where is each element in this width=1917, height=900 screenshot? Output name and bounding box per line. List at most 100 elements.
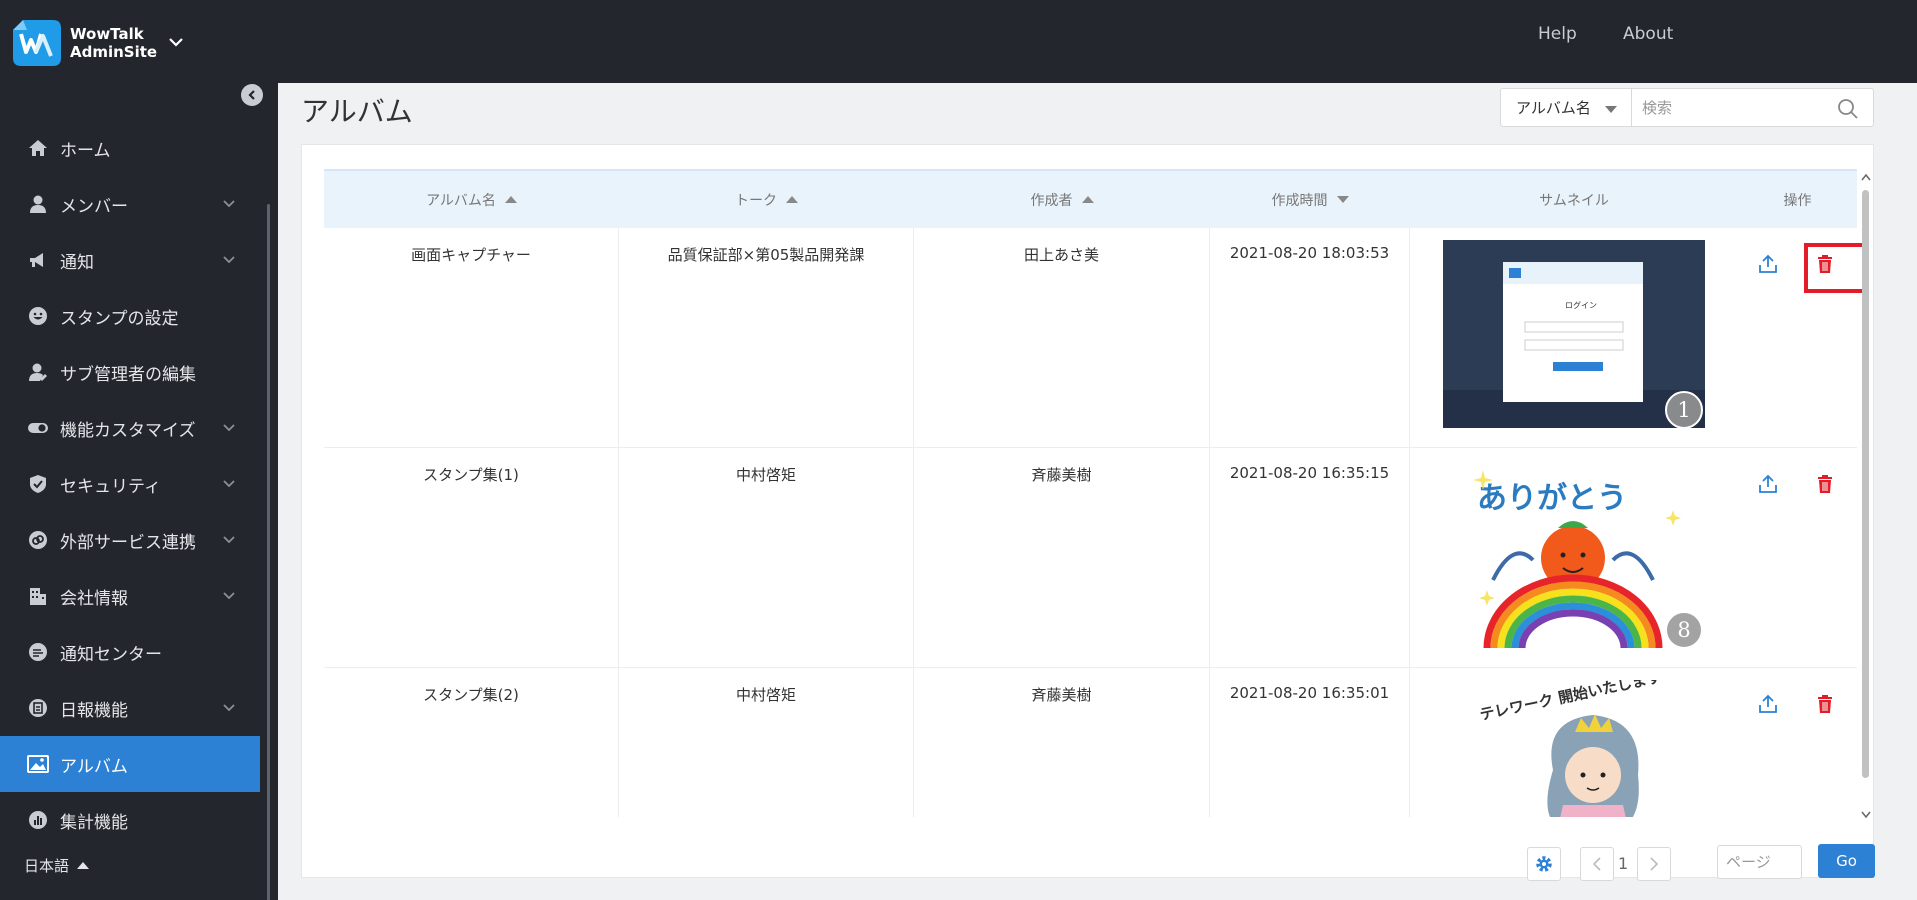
next-page-button[interactable] (1637, 847, 1671, 881)
chart-icon (26, 808, 50, 832)
svg-text:ログイン: ログイン (1565, 300, 1597, 310)
search-bar: アルバム名 (1500, 88, 1874, 127)
user-icon (26, 192, 50, 216)
scroll-up-icon[interactable] (1861, 173, 1871, 181)
about-link[interactable]: About (1623, 24, 1673, 44)
sidebar-item-album[interactable]: アルバム (0, 736, 260, 792)
building-icon (26, 584, 50, 608)
page-jump-input[interactable] (1718, 846, 1798, 878)
caret-up-icon (77, 862, 90, 869)
sidebar-item-security[interactable]: セキュリティ (0, 456, 260, 512)
prev-page-button[interactable] (1580, 847, 1614, 881)
chevron-down-icon[interactable] (166, 32, 186, 52)
search-input-wrapper (1632, 88, 1874, 127)
column-talk[interactable]: トーク (619, 171, 914, 228)
report-icon (26, 696, 50, 720)
sort-asc-icon (1081, 196, 1094, 203)
chevron-down-icon (223, 704, 235, 712)
cell-creator: 斉藤美樹 (914, 448, 1210, 668)
sidebar-item-company-info[interactable]: 会社情報 (0, 568, 260, 624)
chevron-left-icon (1592, 857, 1601, 871)
sidebar-item-sub-admin[interactable]: サブ管理者の編集 (0, 344, 260, 400)
table-scrollbar[interactable] (1860, 173, 1871, 828)
sort-asc-icon (786, 196, 798, 203)
photo-count-badge: 1 (1665, 391, 1703, 429)
cell-talk: 品質保証部×第05製品開発課 (619, 228, 914, 448)
brand-line2: AdminSite (70, 43, 158, 61)
smiley-icon (26, 304, 50, 328)
sidebar-item-label: 日報機能 (60, 700, 128, 721)
sidebar-item-home[interactable]: ホーム (0, 120, 260, 176)
current-page-number[interactable]: 1 (1618, 854, 1628, 873)
sidebar-item-members[interactable]: メンバー (0, 176, 260, 232)
toggle-icon (26, 416, 50, 440)
language-selector[interactable]: 日本語 (24, 855, 90, 876)
upload-icon[interactable] (1758, 254, 1778, 274)
sidebar-scrollbar[interactable] (267, 204, 270, 900)
language-label: 日本語 (24, 857, 70, 875)
brand[interactable]: WowTalk AdminSite (9, 16, 157, 70)
sort-desc-icon (1336, 196, 1349, 203)
sidebar-item-daily-report[interactable]: 日報機能 (0, 680, 260, 736)
album-thumbnail[interactable]: ありがとう (1443, 460, 1705, 648)
sidebar-item-label: アルバム (60, 756, 128, 777)
table-row: 画面キャプチャー 品質保証部×第05製品開発課 田上あさ美 2021-08-20… (324, 228, 1857, 448)
upload-icon[interactable] (1758, 694, 1778, 714)
sidebar-item-label: スタンプの設定 (60, 308, 179, 329)
cell-created-time: 2021-08-20 18:03:53 (1210, 228, 1410, 448)
cell-created-time: 2021-08-20 16:35:15 (1210, 448, 1410, 668)
help-link[interactable]: Help (1538, 24, 1577, 44)
go-button[interactable]: Go (1818, 844, 1875, 878)
highlight-box (1804, 243, 1868, 293)
sidebar-item-customize[interactable]: 機能カスタマイズ (0, 400, 260, 456)
table-row: スタンプ集(2) 中村啓矩 斉藤美樹 2021-08-20 16:35:01 テ… (324, 668, 1857, 817)
column-thumbnail: サムネイル (1539, 192, 1609, 209)
cell-talk: 中村啓矩 (619, 668, 914, 817)
album-thumbnail[interactable]: テレワーク 開始いたします (1443, 680, 1705, 817)
sidebar-item-label: 通知センター (60, 644, 162, 665)
top-header: WowTalk AdminSite Help About (0, 0, 1917, 83)
column-created-time[interactable]: 作成時間 (1210, 171, 1410, 228)
search-input[interactable] (1632, 89, 1822, 126)
sidebar-item-external-services[interactable]: 外部サービス連携 (0, 512, 260, 568)
sidebar-item-notifications[interactable]: 通知 (0, 232, 260, 288)
login-screenshot-image: ログイン (1443, 240, 1705, 428)
sidebar-item-stamp-settings[interactable]: スタンプの設定 (0, 288, 260, 344)
photo-count-badge: 8 (1665, 611, 1703, 649)
sidebar-item-aggregation[interactable]: 集計機能 (0, 792, 260, 848)
trash-icon[interactable] (1815, 694, 1835, 714)
sidebar-item-label: メンバー (60, 196, 128, 217)
megaphone-icon (26, 248, 50, 272)
user-edit-icon (26, 360, 50, 384)
wowtalk-logo-icon (13, 20, 61, 66)
album-thumbnail[interactable]: ログイン (1443, 240, 1705, 428)
search-field-select[interactable]: アルバム名 (1500, 88, 1632, 127)
sidebar-collapse-button[interactable] (241, 84, 263, 106)
sidebar-item-label: セキュリティ (60, 476, 161, 497)
cell-talk: 中村啓矩 (619, 448, 914, 668)
table-row: スタンプ集(1) 中村啓矩 斉藤美樹 2021-08-20 16:35:15 あ… (324, 448, 1857, 668)
album-icon (26, 752, 50, 776)
thanks-stamp-image: ありがとう (1443, 460, 1705, 648)
brand-line1: WowTalk (70, 25, 144, 43)
cell-album-name: スタンプ集(1) (324, 448, 619, 668)
cell-album-name: 画面キャプチャー (324, 228, 619, 448)
album-card: アルバム名 トーク 作成者 作成時間 サムネイル 操作 画面キャプチャー 品質保… (301, 144, 1874, 878)
cell-created-time: 2021-08-20 16:35:01 (1210, 668, 1410, 817)
page-jump-wrapper (1717, 845, 1802, 879)
table-settings-button[interactable] (1527, 847, 1561, 881)
chevron-down-icon (223, 256, 235, 264)
scrollbar-thumb[interactable] (1862, 190, 1869, 778)
search-icon[interactable] (1837, 98, 1859, 120)
chevron-down-icon (223, 424, 235, 432)
sidebar-nav: ホーム メンバー 通知 スタンプの設定 サブ管理者の編集 機能カスタマイズ セキ… (0, 120, 260, 848)
scroll-down-icon[interactable] (1861, 811, 1871, 819)
chevron-down-icon (223, 592, 235, 600)
column-creator[interactable]: 作成者 (914, 171, 1210, 228)
home-icon (26, 136, 50, 160)
trash-icon[interactable] (1815, 474, 1835, 494)
sidebar-item-notice-center[interactable]: 通知センター (0, 624, 260, 680)
column-album-name[interactable]: アルバム名 (324, 171, 619, 228)
upload-icon[interactable] (1758, 474, 1778, 494)
caret-down-icon (1605, 106, 1617, 113)
